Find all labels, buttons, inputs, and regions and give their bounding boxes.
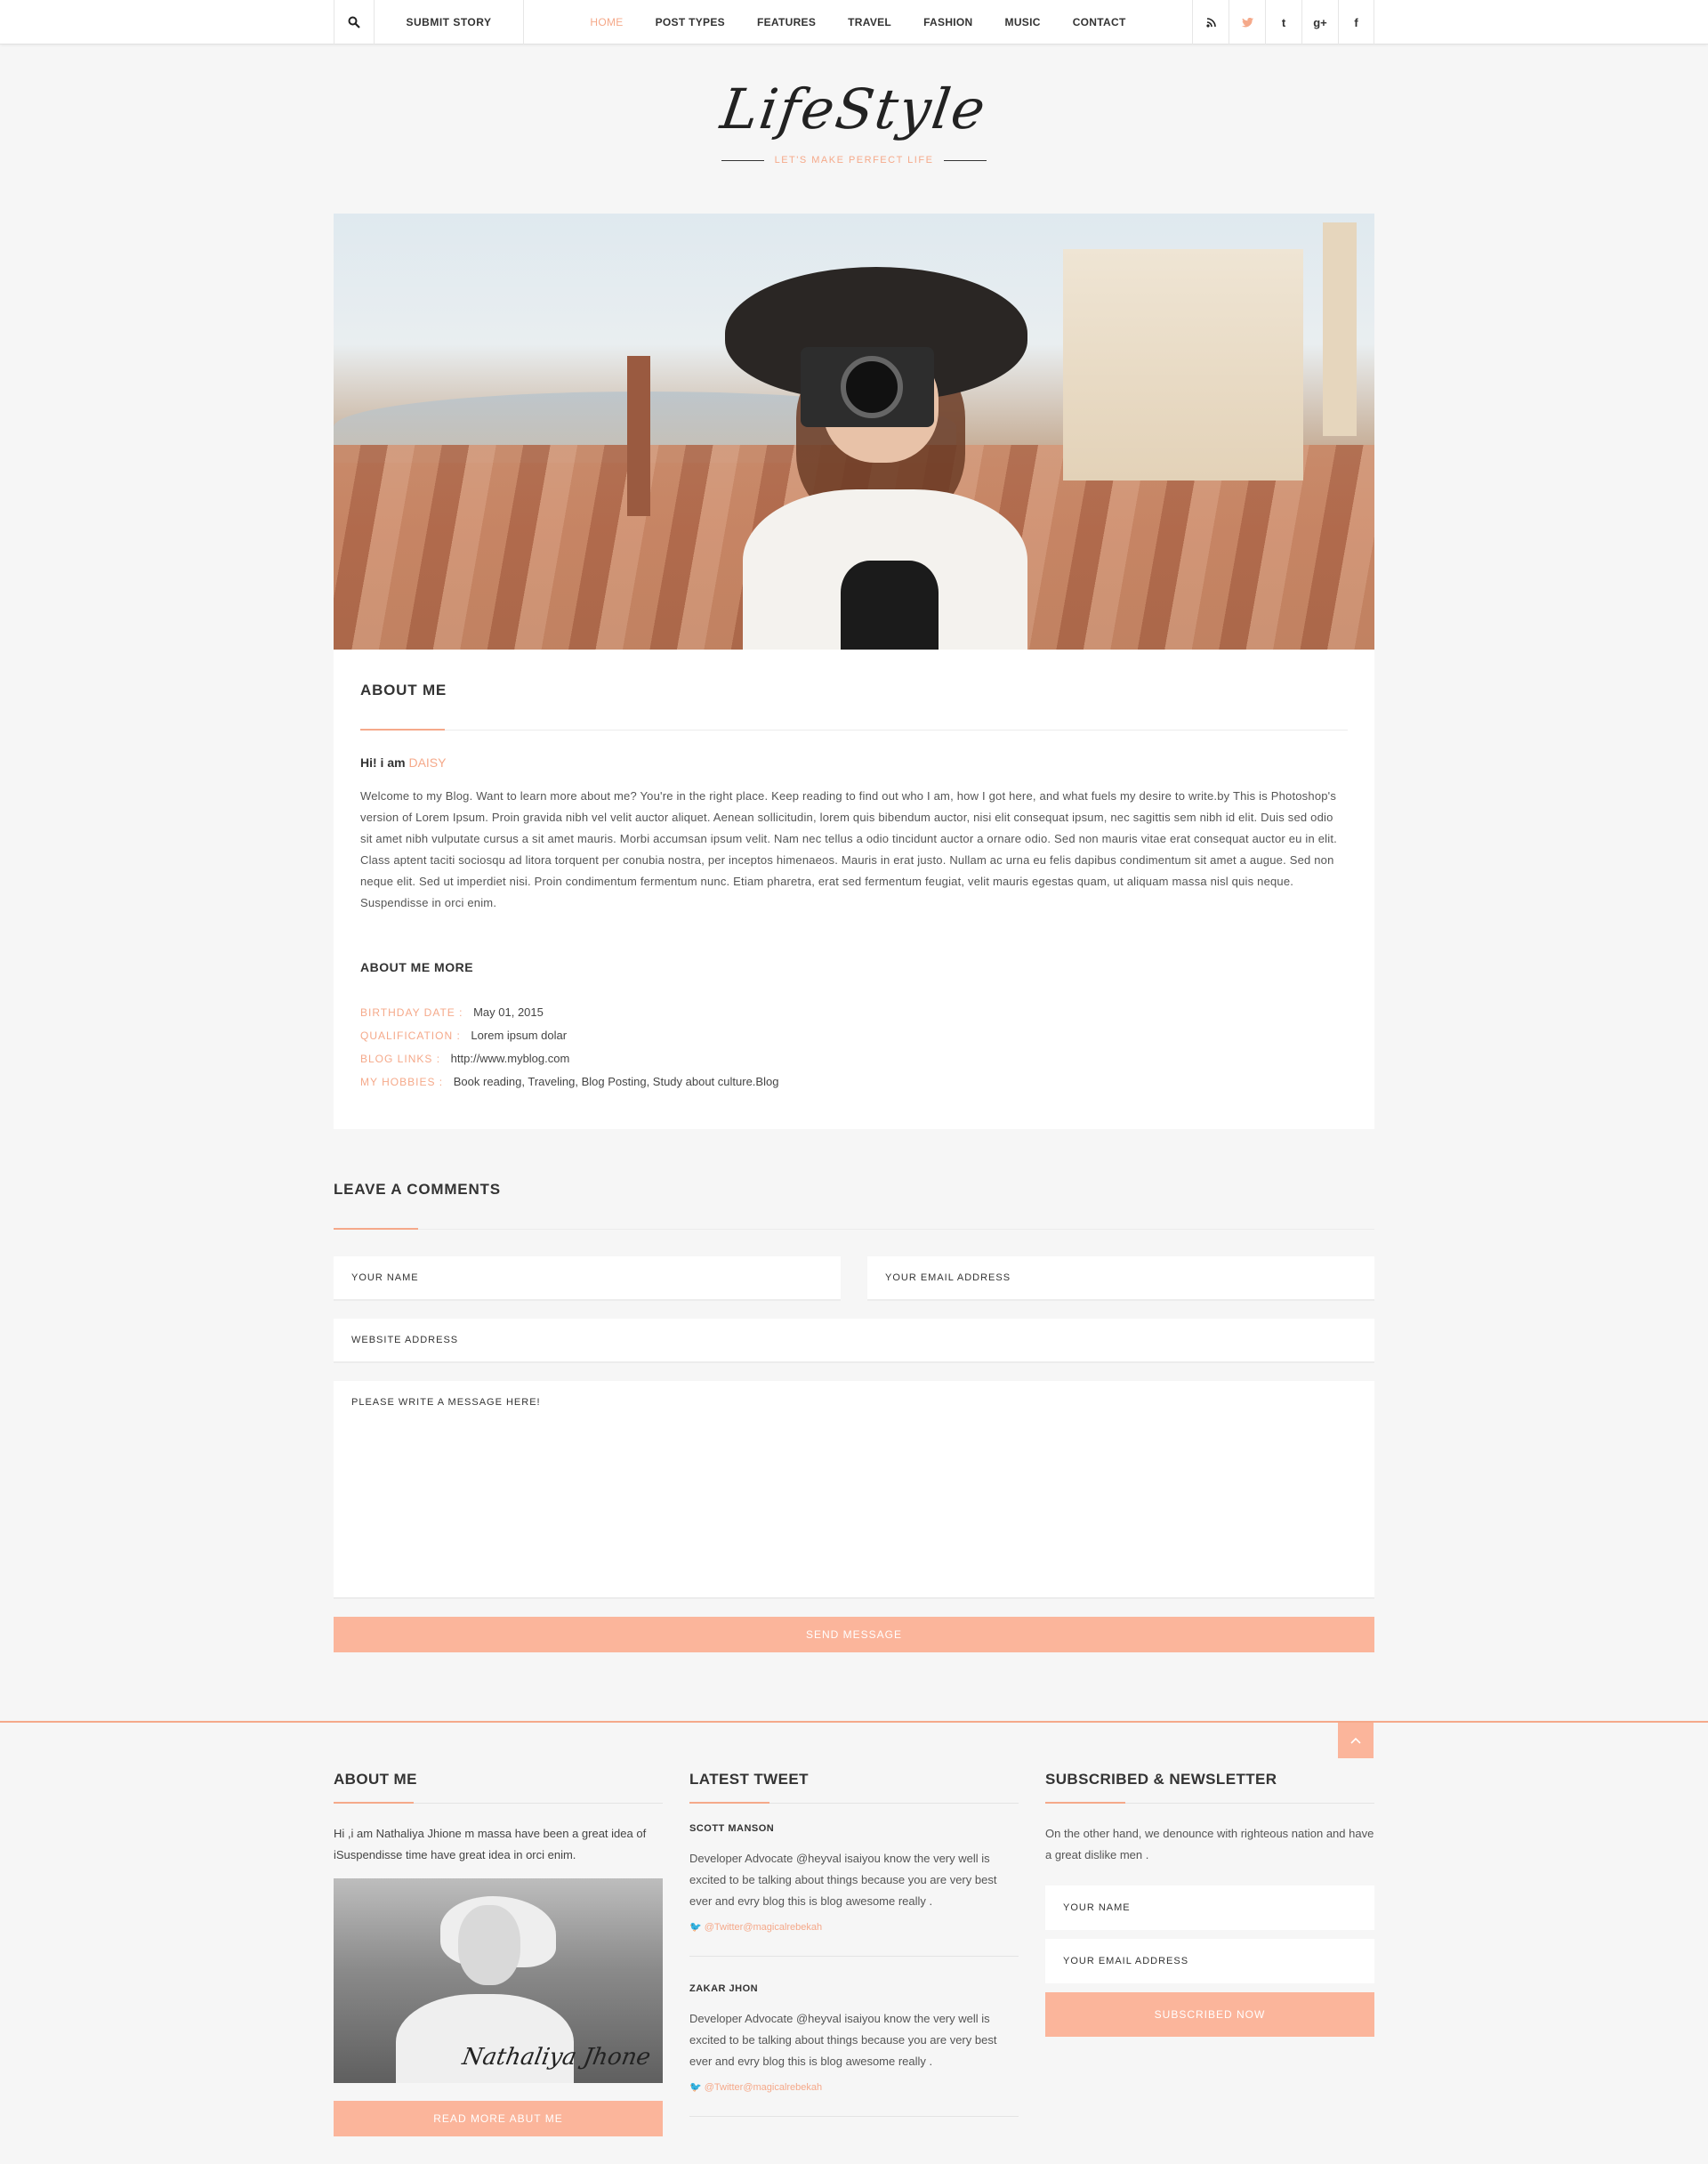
email-input[interactable] xyxy=(867,1256,1374,1301)
nav-fashion[interactable]: FASHION xyxy=(907,16,988,28)
social-links: t g+ f xyxy=(1192,0,1374,44)
fact-key: BIRTHDAY DATE : xyxy=(360,1006,463,1019)
submit-story-link[interactable]: SUBMIT STORY xyxy=(375,0,524,44)
tweet-handle-row[interactable]: 🐦 @Twitter@magicalrebekah xyxy=(689,1921,1019,1933)
message-textarea[interactable] xyxy=(334,1381,1374,1599)
footer-newsletter-title: SUBSCRIBED & NEWSLETTER xyxy=(1045,1771,1277,1788)
twitter-icon: 🐦 xyxy=(689,1922,702,1933)
comments-divider xyxy=(334,1228,1374,1230)
tweet-handle-row[interactable]: 🐦 @Twitter@magicalrebekah xyxy=(689,2081,1019,2093)
read-more-about-button[interactable]: READ MORE ABUT ME xyxy=(334,2101,663,2136)
about-more-title: ABOUT ME MORE xyxy=(360,960,474,974)
tweet-item: SCOTT MANSON Developer Advocate @heyval … xyxy=(689,1823,1019,1957)
about-facts: BIRTHDAY DATE : May 01, 2015 QUALIFICATI… xyxy=(360,1001,1348,1094)
tagline-line-right xyxy=(944,159,987,161)
google-plus-icon[interactable]: g+ xyxy=(1301,0,1338,44)
comments-section: LEAVE A COMMENTS SEND MESSAGE xyxy=(334,1181,1374,1652)
footer-tweets-divider xyxy=(689,1802,1019,1804)
footer-newsletter: SUBSCRIBED & NEWSLETTER On the other han… xyxy=(1045,1771,1374,2136)
signature: Nathaliya Jhone xyxy=(460,2044,653,2071)
about-paragraph: Welcome to my Blog. Want to learn more a… xyxy=(360,789,1337,909)
send-message-button[interactable]: SEND MESSAGE xyxy=(334,1617,1374,1652)
footer-tweets-title: LATEST TWEET xyxy=(689,1771,809,1788)
nav-home[interactable]: HOME xyxy=(574,16,639,28)
top-bar: SUBMIT STORY HOME POST TYPES FEATURES TR… xyxy=(0,0,1708,44)
twitter-icon: 🐦 xyxy=(689,2082,702,2093)
fact-key: MY HOBBIES : xyxy=(360,1076,444,1088)
footer: ABOUT ME Hi ,i am Nathaliya Jhione m mas… xyxy=(0,1721,1708,2164)
nav-music[interactable]: MUSIC xyxy=(989,16,1057,28)
fact-birthday: BIRTHDAY DATE : May 01, 2015 xyxy=(360,1001,1348,1024)
newsletter-email-input[interactable] xyxy=(1045,1939,1374,1983)
tweet-author: SCOTT MANSON xyxy=(689,1823,775,1834)
logo-area: LifeStyle LET'S MAKE PERFECT LIFE xyxy=(0,44,1708,214)
name-input[interactable] xyxy=(334,1256,841,1301)
tweet-item: ZAKAR JHON Developer Advocate @heyval is… xyxy=(689,1983,1019,2117)
footer-about-divider xyxy=(334,1802,663,1804)
tumblr-icon[interactable]: t xyxy=(1265,0,1301,44)
main-content: ABOUT ME Hi! i am DAISY Welcome to my Bl… xyxy=(334,214,1374,1652)
tagline-text: LET'S MAKE PERFECT LIFE xyxy=(774,155,934,166)
fact-qualification: QUALIFICATION : Lorem ipsum dolar xyxy=(360,1024,1348,1047)
about-divider xyxy=(360,729,1348,731)
tweet-handle: @Twitter@magicalrebekah xyxy=(704,1922,823,1933)
footer-about-text: Hi ,i am Nathaliya Jhione m massa have b… xyxy=(334,1827,647,1861)
tagline: LET'S MAKE PERFECT LIFE xyxy=(0,155,1708,166)
fact-key: QUALIFICATION : xyxy=(360,1030,461,1042)
comment-form: SEND MESSAGE xyxy=(334,1256,1374,1652)
about-card: ABOUT ME Hi! i am DAISY Welcome to my Bl… xyxy=(334,650,1374,1129)
fact-blog-links: BLOG LINKS : http://www.myblog.com xyxy=(360,1047,1348,1070)
nav-contact[interactable]: CONTACT xyxy=(1057,16,1142,28)
website-input[interactable] xyxy=(334,1319,1374,1363)
footer-tweets: LATEST TWEET SCOTT MANSON Developer Advo… xyxy=(689,1771,1019,2136)
search-button[interactable] xyxy=(334,0,375,44)
main-nav: HOME POST TYPES FEATURES TRAVEL FASHION … xyxy=(524,0,1192,44)
tweet-handle: @Twitter@magicalrebekah xyxy=(704,2082,823,2093)
search-icon xyxy=(348,16,360,28)
fact-value: Book reading, Traveling, Blog Posting, S… xyxy=(453,1075,779,1088)
tweet-body: Developer Advocate @heyval isaiyou know … xyxy=(689,2012,997,2068)
nav-travel[interactable]: TRAVEL xyxy=(832,16,907,28)
tweet-author: ZAKAR JHON xyxy=(689,1983,759,1994)
footer-about-photo: Nathaliya Jhone xyxy=(334,1878,663,2083)
facebook-icon[interactable]: f xyxy=(1338,0,1374,44)
comments-title: LEAVE A COMMENTS xyxy=(334,1181,501,1198)
nav-post-types[interactable]: POST TYPES xyxy=(640,16,741,28)
footer-about: ABOUT ME Hi ,i am Nathaliya Jhione m mas… xyxy=(334,1771,663,2136)
tagline-line-left xyxy=(721,159,764,161)
rss-icon[interactable] xyxy=(1192,0,1229,44)
fact-key: BLOG LINKS : xyxy=(360,1053,441,1065)
greeting-text: Hi! i am xyxy=(360,755,406,770)
newsletter-text: On the other hand, we denounce with righ… xyxy=(1045,1827,1374,1861)
fact-hobbies: MY HOBBIES : Book reading, Traveling, Bl… xyxy=(360,1070,1348,1094)
hero-image xyxy=(334,214,1374,650)
nav-features[interactable]: FEATURES xyxy=(741,16,832,28)
footer-about-title: ABOUT ME xyxy=(334,1771,417,1788)
fact-value: Lorem ipsum dolar xyxy=(471,1029,568,1042)
greeting: Hi! i am DAISY xyxy=(360,755,1348,770)
author-name: DAISY xyxy=(408,755,447,770)
twitter-icon[interactable] xyxy=(1229,0,1265,44)
tweet-body: Developer Advocate @heyval isaiyou know … xyxy=(689,1852,997,1908)
fact-value: May 01, 2015 xyxy=(473,1005,544,1019)
site-logo[interactable]: LifeStyle xyxy=(717,77,991,141)
newsletter-name-input[interactable] xyxy=(1045,1885,1374,1930)
fact-value[interactable]: http://www.myblog.com xyxy=(451,1052,570,1065)
subscribe-button[interactable]: SUBSCRIBED NOW xyxy=(1045,1992,1374,2037)
footer-newsletter-divider xyxy=(1045,1802,1374,1804)
about-title: ABOUT ME xyxy=(360,682,447,698)
